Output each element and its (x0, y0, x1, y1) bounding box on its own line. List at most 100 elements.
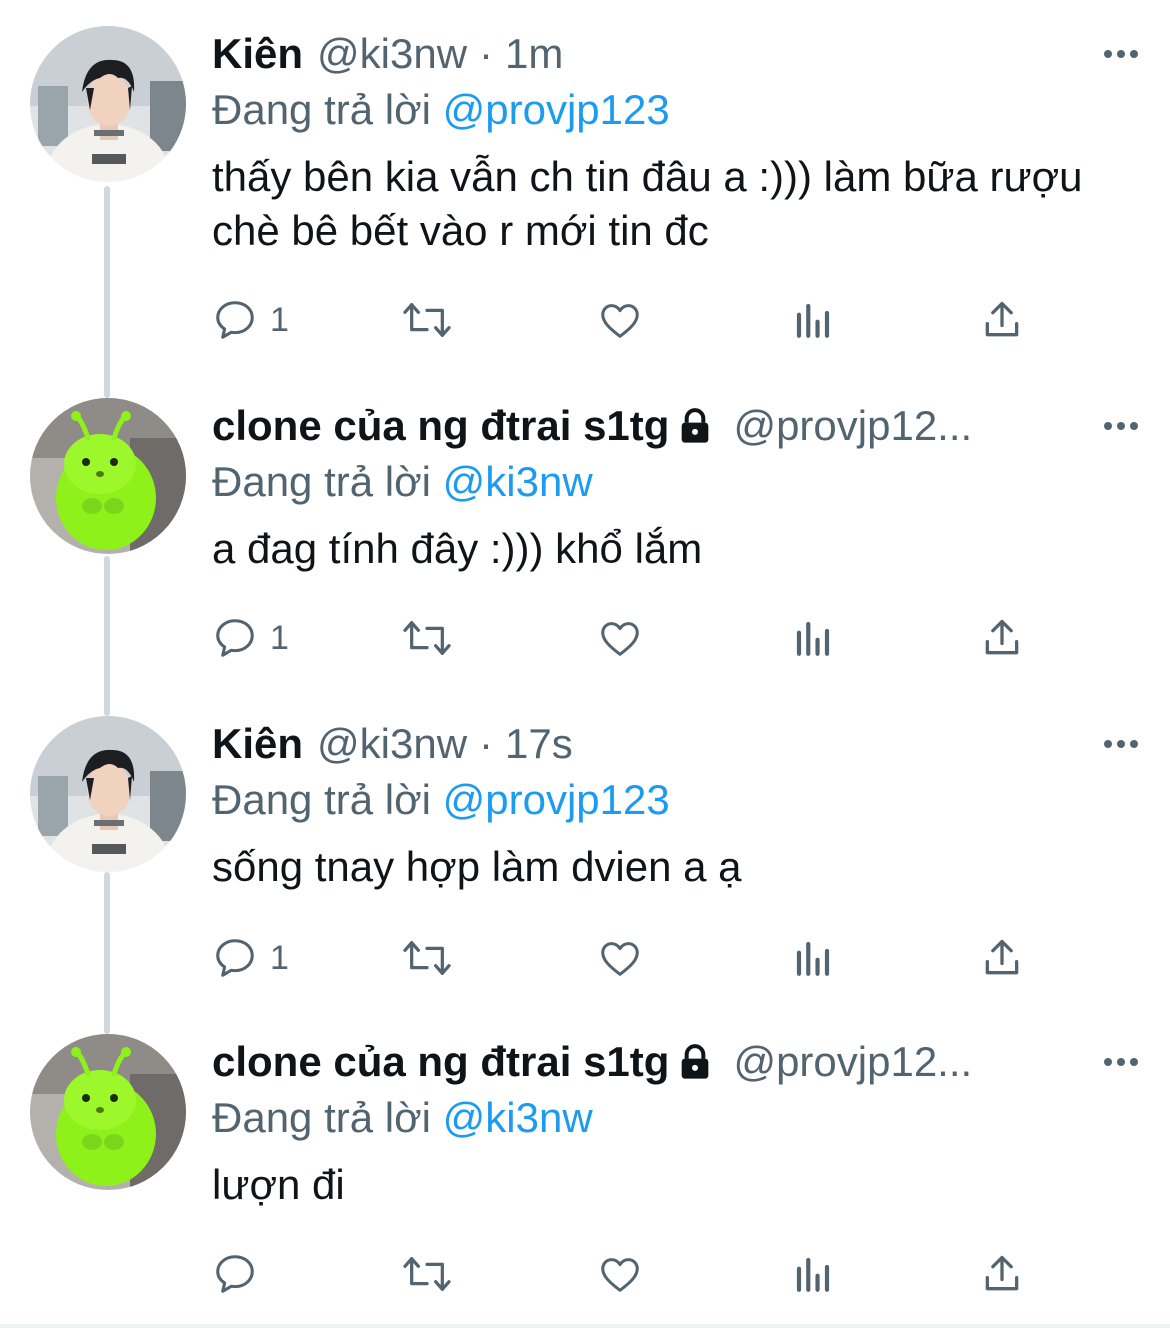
tweet-actions: 1 (212, 932, 1042, 984)
timestamp[interactable]: 17s (505, 716, 573, 772)
tweet-header: clone của ng đtrai s1tg @provjp12... (212, 1034, 1142, 1090)
bottom-divider (0, 1324, 1170, 1328)
avatar[interactable] (30, 26, 186, 182)
views-button[interactable] (792, 612, 834, 664)
reply-mention-link[interactable]: @provjp123 (443, 776, 670, 823)
separator-dot: · (479, 30, 494, 77)
reply-count: 1 (270, 938, 289, 977)
thread-connector-line (104, 186, 110, 398)
green-hamster-avatar-image (30, 1034, 186, 1190)
reply-button[interactable]: 1 (212, 932, 289, 984)
reply-bubble-icon (216, 1255, 254, 1293)
tweet-content: clone của ng đtrai s1tg @provjp12... Đan… (212, 398, 1142, 576)
reply-button[interactable]: 1 (212, 294, 289, 346)
reply-count: 1 (270, 300, 289, 339)
share-upload-icon (985, 619, 1019, 655)
views-button[interactable] (792, 294, 834, 346)
replying-to-label: Đang trả lời (212, 86, 431, 133)
user-handle[interactable]: @provjp12... (733, 398, 972, 454)
views-button[interactable] (792, 1248, 834, 1300)
share-upload-icon (985, 1255, 1019, 1291)
display-name[interactable]: clone của ng đtrai s1tg (212, 1034, 669, 1090)
retweet-icon (403, 941, 451, 975)
like-button[interactable] (596, 612, 644, 664)
heart-icon (601, 304, 639, 338)
reply-bubble-icon (216, 619, 254, 657)
heart-icon (601, 942, 639, 976)
share-button[interactable] (980, 932, 1024, 984)
person-avatar-image (30, 716, 186, 872)
share-button[interactable] (980, 294, 1024, 346)
tweet-text: lượn đi (212, 1161, 345, 1208)
views-button[interactable] (792, 932, 834, 984)
tweet-content: clone của ng đtrai s1tg @provjp12... Đan… (212, 1034, 1142, 1212)
thread-connector-line (104, 872, 110, 1034)
reply-bubble-icon (216, 939, 254, 977)
green-hamster-avatar-image (30, 398, 186, 554)
reply-bubble-icon (216, 301, 254, 339)
user-handle[interactable]: @ki3nw (317, 26, 467, 82)
more-dots-icon[interactable] (1104, 1034, 1138, 1090)
retweet-button[interactable] (398, 294, 456, 346)
avatar[interactable] (30, 398, 186, 554)
reply-button[interactable] (212, 1248, 270, 1300)
tweet-actions (212, 1248, 1042, 1300)
retweet-icon (403, 303, 451, 337)
share-button[interactable] (980, 612, 1024, 664)
share-upload-icon (985, 301, 1019, 337)
lock-icon (675, 1042, 715, 1082)
replying-to-label: Đang trả lời (212, 776, 431, 823)
like-button[interactable] (596, 294, 644, 346)
tweet-text: sống tnay hợp làm dvien a ạ (212, 843, 742, 890)
thread-connector-line (104, 556, 110, 716)
reply-count: 1 (270, 618, 289, 657)
more-dots-icon[interactable] (1104, 398, 1138, 454)
separator-dot: · (479, 720, 494, 767)
replying-to-line: Đang trả lời @ki3nw (212, 454, 1142, 510)
person-avatar-image (30, 26, 186, 182)
reply-button[interactable]: 1 (212, 612, 289, 664)
replying-to-line: Đang trả lời @provjp123 (212, 82, 1142, 138)
share-button[interactable] (980, 1248, 1024, 1300)
avatar[interactable] (30, 1034, 186, 1190)
display-name[interactable]: Kiên (212, 716, 303, 772)
analytics-icon (796, 941, 830, 976)
retweet-button[interactable] (398, 1248, 456, 1300)
reply-mention-link[interactable]: @provjp123 (443, 86, 670, 133)
tweet-actions: 1 (212, 294, 1042, 346)
more-dots-icon[interactable] (1104, 26, 1138, 82)
user-handle[interactable]: @provjp12... (733, 1034, 972, 1090)
reply-mention-link[interactable]: @ki3nw (443, 458, 593, 505)
display-name[interactable]: Kiên (212, 26, 303, 82)
tweet-header: Kiên @ki3nw · 1m (212, 26, 1142, 82)
avatar[interactable] (30, 716, 186, 872)
tweet-header: clone của ng đtrai s1tg @provjp12... (212, 398, 1142, 454)
retweet-icon (403, 621, 451, 655)
lock-icon (675, 406, 715, 446)
heart-icon (601, 622, 639, 656)
tweet-text: thấy bên kia vẫn ch tin đâu a :))) làm b… (212, 153, 1083, 254)
replying-to-line: Đang trả lời @provjp123 (212, 772, 1142, 828)
share-upload-icon (985, 939, 1019, 975)
user-handle[interactable]: @ki3nw (317, 716, 467, 772)
tweet-header: Kiên @ki3nw · 17s (212, 716, 1142, 772)
retweet-button[interactable] (398, 932, 456, 984)
retweet-icon (403, 1257, 451, 1291)
replying-to-line: Đang trả lời @ki3nw (212, 1090, 1142, 1146)
display-name[interactable]: clone của ng đtrai s1tg (212, 398, 669, 454)
replying-to-label: Đang trả lời (212, 458, 431, 505)
tweet-text: a đag tính đây :))) khổ lắm (212, 525, 703, 572)
reply-mention-link[interactable]: @ki3nw (443, 1094, 593, 1141)
tweet-content: Kiên @ki3nw · 17s Đang trả lời @provjp12… (212, 716, 1142, 894)
replying-to-label: Đang trả lời (212, 1094, 431, 1141)
heart-icon (601, 1258, 639, 1292)
analytics-icon (796, 1257, 830, 1292)
tweet-content: Kiên @ki3nw · 1m Đang trả lời @provjp123… (212, 26, 1142, 258)
like-button[interactable] (596, 932, 644, 984)
more-dots-icon[interactable] (1104, 716, 1138, 772)
timestamp[interactable]: 1m (505, 26, 563, 82)
analytics-icon (796, 303, 830, 338)
retweet-button[interactable] (398, 612, 456, 664)
tweet-actions: 1 (212, 612, 1042, 664)
like-button[interactable] (596, 1248, 644, 1300)
